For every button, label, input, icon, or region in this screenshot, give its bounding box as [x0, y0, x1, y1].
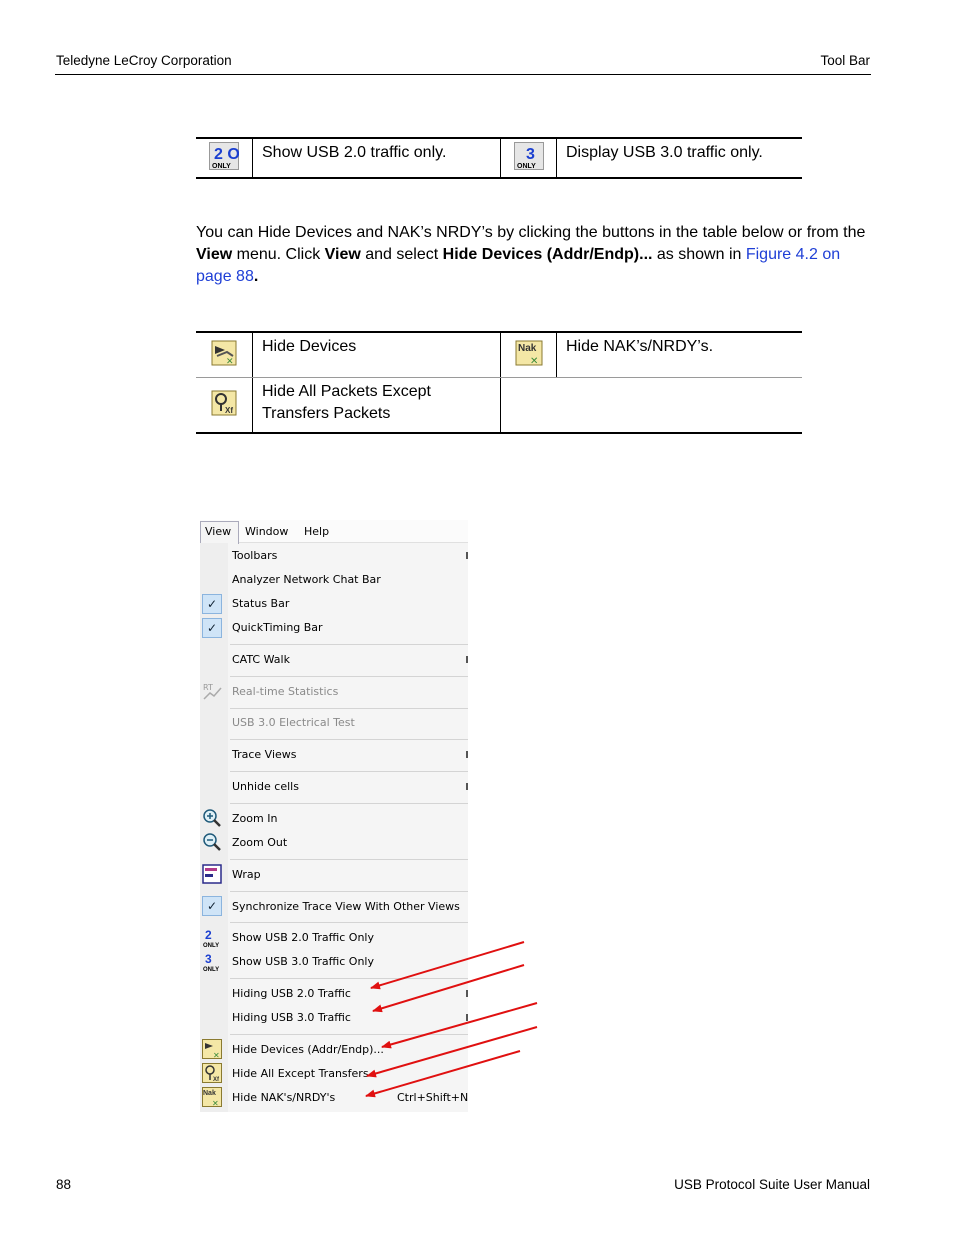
footer-title: USB Protocol Suite User Manual	[674, 1177, 870, 1192]
arrow-hiding-usb3	[372, 964, 525, 1013]
annotation-arrows	[365, 941, 538, 1098]
arrow-hide-except-transfers	[366, 1026, 538, 1078]
page-number: 88	[56, 1177, 72, 1192]
arrow-hide-devices	[381, 1002, 538, 1049]
arrow-hiding-usb2	[370, 941, 525, 990]
arrow-hide-nak	[365, 1050, 521, 1098]
